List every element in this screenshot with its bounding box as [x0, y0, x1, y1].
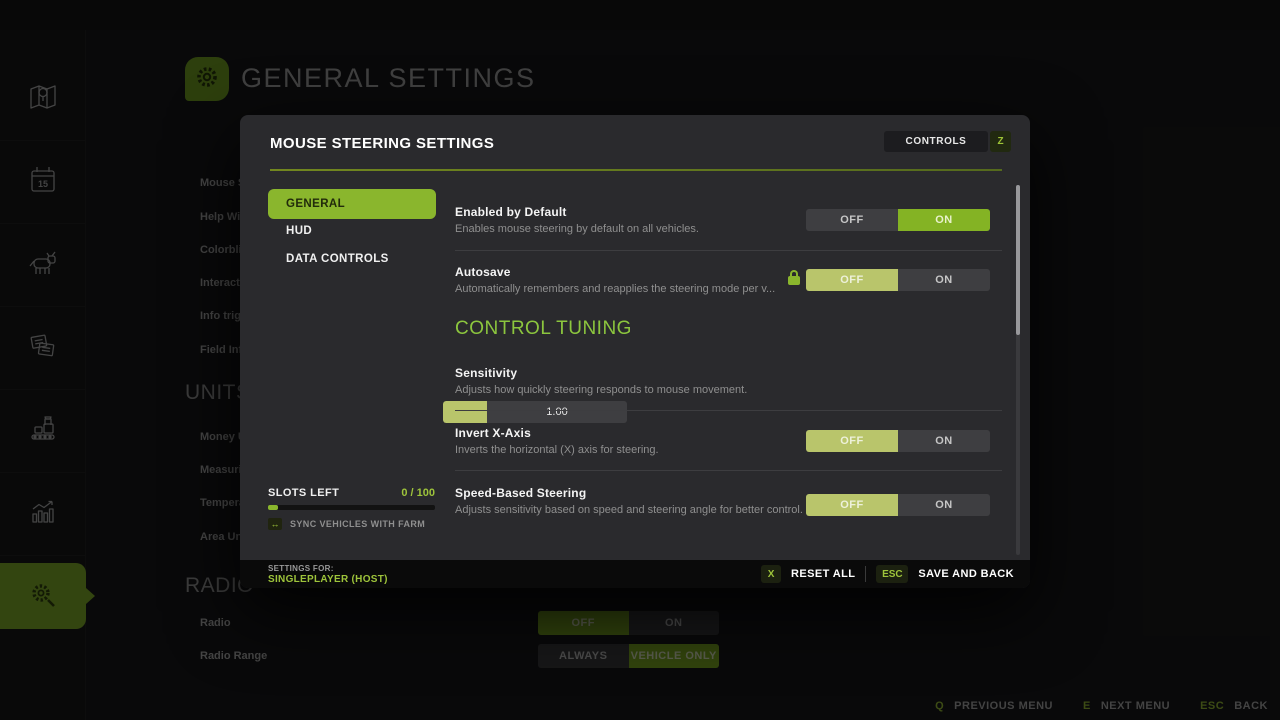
scrollbar-thumb[interactable] [1016, 185, 1020, 335]
row-divider [455, 470, 1002, 471]
setting-row-enabled-by-default: Enabled by Default Enables mouse steerin… [455, 205, 1002, 236]
toggle-off-option: OFF [806, 269, 898, 291]
setting-title: Sensitivity [455, 366, 1002, 380]
header-divider [270, 169, 1002, 171]
footer-separator [865, 566, 866, 582]
dialog-footer: SETTINGS FOR: SINGLEPLAYER (HOST) X RESE… [240, 560, 1030, 588]
toggle-on-option[interactable]: ON [898, 494, 990, 516]
sync-vehicles-row: ↔ SYNC VEHICLES WITH FARM [268, 518, 425, 530]
enabled-by-default-toggle: OFF ON [806, 209, 990, 231]
toggle-off-option[interactable]: OFF [806, 430, 898, 452]
setting-description: Adjusts sensitivity based on speed and s… [455, 504, 810, 517]
tab-data-controls[interactable]: DATA CONTROLS [286, 253, 389, 265]
setting-row-sensitivity: Sensitivity Adjusts how quickly steering… [455, 366, 1002, 419]
setting-row-speed-based-steering: Speed-Based Steering Adjusts sensitivity… [455, 486, 1002, 517]
tab-hud[interactable]: HUD [286, 225, 312, 237]
dialog-title: MOUSE STEERING SETTINGS [270, 135, 494, 152]
row-divider [455, 410, 1002, 411]
toggle-on-option[interactable]: ON [898, 209, 990, 231]
toggle-off-option[interactable]: OFF [806, 209, 898, 231]
mouse-steering-settings-dialog: MOUSE STEERING SETTINGS CONTROLS Z GENER… [240, 115, 1030, 588]
control-tuning-heading: CONTROL TUNING [455, 318, 632, 340]
row-divider [455, 250, 1002, 251]
lock-icon [788, 270, 800, 286]
toggle-on-option: ON [898, 269, 990, 291]
slots-left-value: 0 / 100 [268, 487, 435, 499]
controls-button[interactable]: CONTROLS [884, 131, 988, 152]
screen: 15 [0, 0, 1280, 720]
autosave-toggle: OFF ON [806, 269, 990, 291]
invert-x-axis-toggle: OFF ON [806, 430, 990, 452]
sync-arrows-icon: ↔ [268, 518, 282, 530]
toggle-on-option[interactable]: ON [898, 430, 990, 452]
slots-progress-fill [268, 505, 278, 510]
save-and-back-button[interactable]: ESC SAVE AND BACK [876, 565, 1014, 583]
slider-handle[interactable] [443, 401, 487, 423]
setting-description: Adjusts how quickly steering responds to… [455, 384, 810, 397]
setting-description: Enables mouse steering by default on all… [455, 223, 810, 236]
key-z-badge: Z [990, 131, 1011, 152]
key-x-badge: X [761, 565, 781, 583]
settings-for-value: SINGLEPLAYER (HOST) [268, 574, 388, 585]
sensitivity-value: 1.00 [487, 401, 627, 423]
setting-description: Inverts the horizontal (X) axis for stee… [455, 444, 810, 457]
reset-all-button[interactable]: X RESET ALL [761, 565, 855, 583]
settings-for-block: SETTINGS FOR: SINGLEPLAYER (HOST) [268, 564, 388, 585]
sensitivity-slider[interactable]: 1.00 [443, 401, 627, 423]
toggle-off-option[interactable]: OFF [806, 494, 898, 516]
setting-row-invert-x-axis: Invert X-Axis Inverts the horizontal (X)… [455, 426, 1002, 457]
setting-row-autosave: Autosave Automatically remembers and rea… [455, 265, 1002, 296]
slots-progress-bar [268, 505, 435, 510]
key-esc-badge: ESC [876, 565, 908, 583]
speed-based-steering-toggle: OFF ON [806, 494, 990, 516]
tab-general[interactable]: GENERAL [268, 189, 436, 219]
setting-description: Automatically remembers and reapplies th… [455, 283, 810, 296]
